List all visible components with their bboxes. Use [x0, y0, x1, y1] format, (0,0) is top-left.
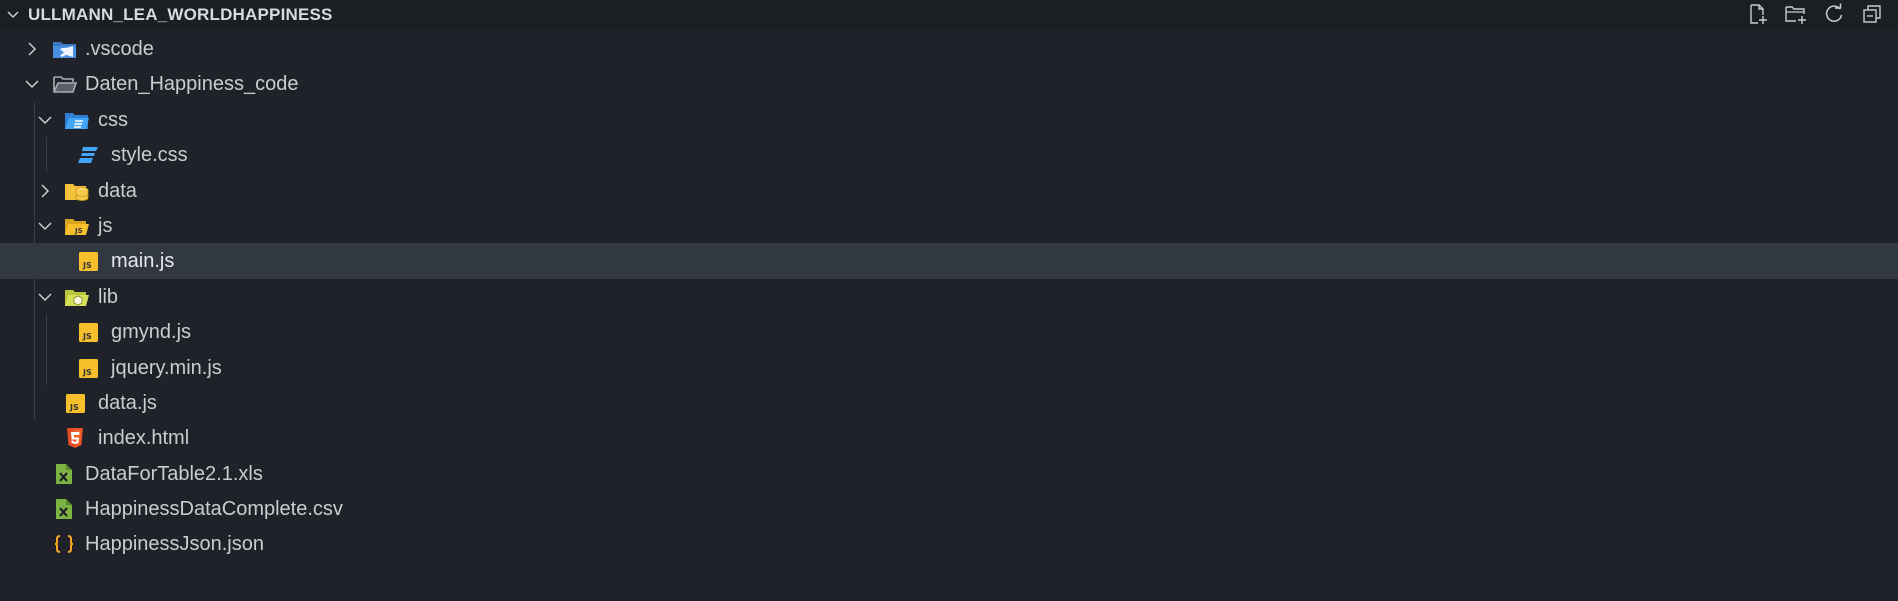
tree-item-label: Daten_Happiness_code [85, 73, 299, 96]
tree-item-main-js[interactable]: JS main.js [0, 243, 1898, 279]
tree-item-label: data.js [98, 391, 157, 414]
tree-item-label: HappinessDataComplete.csv [85, 498, 343, 521]
js-folder-icon: JS [64, 215, 89, 237]
tree-item-label: style.css [111, 144, 188, 167]
tree-item-index-html[interactable]: index.html [0, 420, 1898, 455]
tree-item-css[interactable]: css [0, 102, 1898, 137]
tree-item-label: gmynd.js [111, 321, 192, 344]
svg-text:JS: JS [74, 227, 83, 235]
tree-item-datafortable-xls[interactable]: DataForTable2.1.xls [0, 456, 1898, 491]
js-file-icon: JS [77, 357, 101, 379]
chevron-down-icon[interactable] [24, 76, 40, 92]
tree-item-label: jquery.min.js [111, 356, 222, 379]
new-folder-icon[interactable] [1784, 2, 1808, 26]
js-file-icon: JS [77, 250, 101, 272]
chevron-right-icon[interactable] [37, 183, 53, 199]
tree-item-label: index.html [98, 427, 190, 450]
collapse-all-icon[interactable] [1860, 2, 1884, 26]
tree-item-happinessjson-json[interactable]: HappinessJson.json [0, 526, 1898, 561]
workspace-title[interactable]: ULLMANN_LEA_WORLDHAPPINESS [28, 5, 333, 25]
tree-item-label: DataForTable2.1.xls [85, 462, 263, 485]
chevron-right-icon[interactable] [24, 41, 40, 57]
data-folder-icon [64, 180, 89, 202]
explorer-header[interactable]: ULLMANN_LEA_WORLDHAPPINESS [0, 0, 1898, 30]
chevron-down-icon[interactable] [37, 289, 53, 305]
tree-item-label: .vscode [85, 38, 154, 60]
js-file-icon: JS [64, 392, 88, 414]
svg-text:JS: JS [69, 403, 79, 412]
refresh-icon[interactable] [1822, 2, 1846, 26]
tree-item-style-css[interactable]: style.css [0, 137, 1898, 172]
tree-item-label: data [98, 179, 137, 202]
tree-item-js[interactable]: JS js [0, 208, 1898, 243]
csv-file-icon [52, 498, 76, 520]
css-file-icon [77, 144, 101, 166]
tree-item-daten-happiness-code[interactable]: Daten_Happiness_code [0, 66, 1898, 101]
lib-folder-icon [64, 286, 89, 308]
tree-item-vscode[interactable]: .vscode [0, 31, 1898, 66]
svg-text:JS: JS [82, 332, 92, 341]
svg-text:JS: JS [82, 368, 92, 377]
tree-item-label: css [98, 108, 128, 131]
tree-item-data-js[interactable]: JS data.js [0, 385, 1898, 420]
file-explorer: ULLMANN_LEA_WORLDHAPPINESS .vscode Daten… [0, 0, 1898, 601]
svg-text:JS: JS [82, 261, 92, 270]
vscode-folder-icon [52, 38, 76, 60]
css-folder-icon [64, 109, 89, 131]
html-file-icon [64, 427, 88, 449]
tree-item-label: lib [98, 285, 119, 308]
chevron-down-icon[interactable] [37, 218, 53, 234]
js-file-icon: JS [77, 321, 101, 343]
excel-file-icon [52, 463, 76, 485]
tree-item-happinessdatacomplete-csv[interactable]: HappinessDataComplete.csv [0, 491, 1898, 526]
explorer-actions [1746, 2, 1884, 26]
tree-item-label: HappinessJson.json [85, 533, 264, 556]
tree-item-gmynd-js[interactable]: JS gmynd.js [0, 314, 1898, 349]
tree-item-label: main.js [111, 250, 175, 273]
tree-item-label: js [98, 214, 113, 237]
chevron-down-icon[interactable] [37, 112, 53, 128]
folder-open-icon [52, 73, 78, 95]
tree-item-data[interactable]: data [0, 173, 1898, 208]
chevron-down-icon[interactable] [6, 8, 20, 22]
tree-item-lib[interactable]: lib [0, 279, 1898, 314]
tree-item-jquery-min-js[interactable]: JS jquery.min.js [0, 350, 1898, 385]
json-file-icon [52, 533, 76, 555]
file-tree: .vscode Daten_Happiness_code css style.c… [0, 31, 1898, 562]
new-file-icon[interactable] [1746, 2, 1770, 26]
